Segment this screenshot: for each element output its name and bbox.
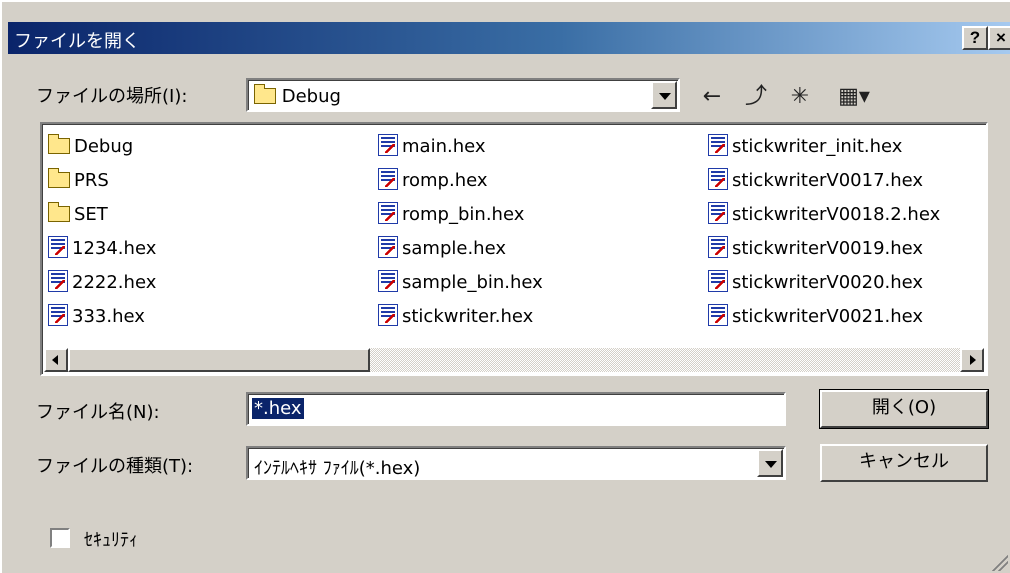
back-icon[interactable]: ← bbox=[696, 82, 728, 112]
filetype-value: ｲﾝﾃﾙﾍｷｻ ﾌｧｲﾙ(*.hex) bbox=[254, 458, 421, 479]
scroll-right-button[interactable] bbox=[960, 348, 984, 372]
filename-label: ファイル名(N): bbox=[36, 402, 160, 423]
hex-file-icon bbox=[378, 304, 398, 326]
location-label: ファイルの場所(I): bbox=[36, 86, 188, 107]
file-column-3: stickwriter_init.hex stickwriterV0017.hex… bbox=[708, 132, 940, 336]
open-folder-icon bbox=[254, 84, 276, 104]
hex-file-icon bbox=[378, 270, 398, 292]
file-column-1: Debug PRS SET 1234.hex 2222.hex 333.hex bbox=[48, 132, 156, 336]
file-list-item[interactable]: stickwriter_init.hex bbox=[708, 132, 940, 166]
hex-file-icon bbox=[708, 202, 728, 224]
hex-file-icon bbox=[708, 304, 728, 326]
scroll-thumb[interactable] bbox=[68, 348, 370, 372]
file-name: 333.hex bbox=[72, 306, 145, 327]
file-name: stickwriterV0019.hex bbox=[732, 238, 924, 259]
hex-file-icon bbox=[708, 134, 728, 156]
file-list-item[interactable]: SET bbox=[48, 200, 156, 234]
file-name: sample.hex bbox=[402, 238, 506, 259]
file-name: stickwriter_init.hex bbox=[732, 136, 903, 157]
file-list-item[interactable]: main.hex bbox=[378, 132, 543, 166]
security-checkbox[interactable] bbox=[50, 528, 70, 548]
file-list-item[interactable]: stickwriterV0017.hex bbox=[708, 166, 940, 200]
window-title: ファイルを開く bbox=[14, 31, 140, 52]
hex-file-icon bbox=[378, 236, 398, 258]
file-name: 1234.hex bbox=[72, 238, 157, 259]
file-name: stickwriterV0017.hex bbox=[732, 170, 924, 191]
file-list-item[interactable]: stickwriterV0018.2.hex bbox=[708, 200, 940, 234]
folder-icon bbox=[48, 202, 70, 222]
file-list-item[interactable]: 333.hex bbox=[48, 302, 156, 336]
file-list-item[interactable]: sample_bin.hex bbox=[378, 268, 543, 302]
file-list-item[interactable]: sample.hex bbox=[378, 234, 543, 268]
file-name: stickwriterV0020.hex bbox=[732, 272, 924, 293]
hex-file-icon bbox=[378, 168, 398, 190]
location-dropdown-button[interactable] bbox=[651, 81, 677, 109]
title-bar[interactable]: ファイルを開く ? × bbox=[8, 22, 1010, 54]
filetype-label: ファイルの種類(T): bbox=[36, 456, 194, 477]
hex-file-icon bbox=[708, 270, 728, 292]
up-folder-icon[interactable]: ⤴ bbox=[740, 82, 772, 112]
hex-file-icon bbox=[48, 304, 68, 326]
file-name: stickwriter.hex bbox=[402, 306, 534, 327]
file-name: sample_bin.hex bbox=[402, 272, 543, 293]
open-button[interactable]: 開く(O) bbox=[819, 389, 989, 429]
folder-icon bbox=[48, 134, 70, 154]
file-list-item[interactable]: romp_bin.hex bbox=[378, 200, 543, 234]
filetype-combo[interactable]: ｲﾝﾃﾙﾍｷｻ ﾌｧｲﾙ(*.hex) bbox=[246, 446, 786, 480]
close-button[interactable]: × bbox=[988, 26, 1010, 50]
file-column-2: main.hex romp.hex romp_bin.hex sample.hex sa… bbox=[378, 132, 543, 336]
location-combo[interactable]: Debug bbox=[246, 78, 680, 112]
file-name: 2222.hex bbox=[72, 272, 157, 293]
file-list-item[interactable]: romp.hex bbox=[378, 166, 543, 200]
resize-grip[interactable] bbox=[990, 553, 1008, 571]
horizontal-scrollbar[interactable] bbox=[44, 348, 984, 372]
file-name: romp_bin.hex bbox=[402, 204, 525, 225]
file-list-item[interactable]: stickwriterV0021.hex bbox=[708, 302, 940, 336]
hex-file-icon bbox=[48, 236, 68, 258]
file-name: Debug bbox=[74, 136, 134, 157]
file-name: stickwriterV0018.2.hex bbox=[732, 204, 941, 225]
file-name: SET bbox=[74, 204, 108, 225]
file-list-item[interactable]: stickwriterV0019.hex bbox=[708, 234, 940, 268]
hex-file-icon bbox=[378, 202, 398, 224]
hex-file-icon bbox=[708, 168, 728, 190]
open-file-dialog: ファイルを開く ? × ファイルの場所(I): Debug ← ⤴ ✳ ▦▾ D… bbox=[0, 0, 1010, 573]
file-list-item[interactable]: stickwriter.hex bbox=[378, 302, 543, 336]
file-name: romp.hex bbox=[402, 170, 488, 191]
new-folder-icon[interactable]: ✳ bbox=[784, 82, 816, 112]
hex-file-icon bbox=[378, 134, 398, 156]
location-value: Debug bbox=[254, 84, 341, 107]
file-name: PRS bbox=[74, 170, 109, 191]
view-menu-icon[interactable]: ▦▾ bbox=[832, 82, 876, 112]
location-text: Debug bbox=[281, 86, 341, 107]
file-list-item[interactable]: stickwriterV0020.hex bbox=[708, 268, 940, 302]
file-list-item[interactable]: 2222.hex bbox=[48, 268, 156, 302]
hex-file-icon bbox=[48, 270, 68, 292]
filename-input[interactable]: *.hex bbox=[246, 392, 786, 426]
file-list[interactable]: Debug PRS SET 1234.hex 2222.hex 333.hex main.… bbox=[40, 122, 988, 376]
hex-file-icon bbox=[708, 236, 728, 258]
folder-icon bbox=[48, 168, 70, 188]
help-button[interactable]: ? bbox=[962, 26, 988, 50]
file-name: main.hex bbox=[402, 136, 486, 157]
cancel-button[interactable]: キャンセル bbox=[820, 444, 988, 482]
security-label: ｾｷｭﾘﾃｨ bbox=[84, 530, 138, 551]
file-list-item[interactable]: PRS bbox=[48, 166, 156, 200]
file-list-item[interactable]: Debug bbox=[48, 132, 156, 166]
scroll-left-button[interactable] bbox=[44, 348, 68, 372]
file-name: stickwriterV0021.hex bbox=[732, 306, 924, 327]
file-list-item[interactable]: 1234.hex bbox=[48, 234, 156, 268]
filename-value: *.hex bbox=[252, 398, 304, 419]
filetype-dropdown-button[interactable] bbox=[757, 449, 783, 477]
